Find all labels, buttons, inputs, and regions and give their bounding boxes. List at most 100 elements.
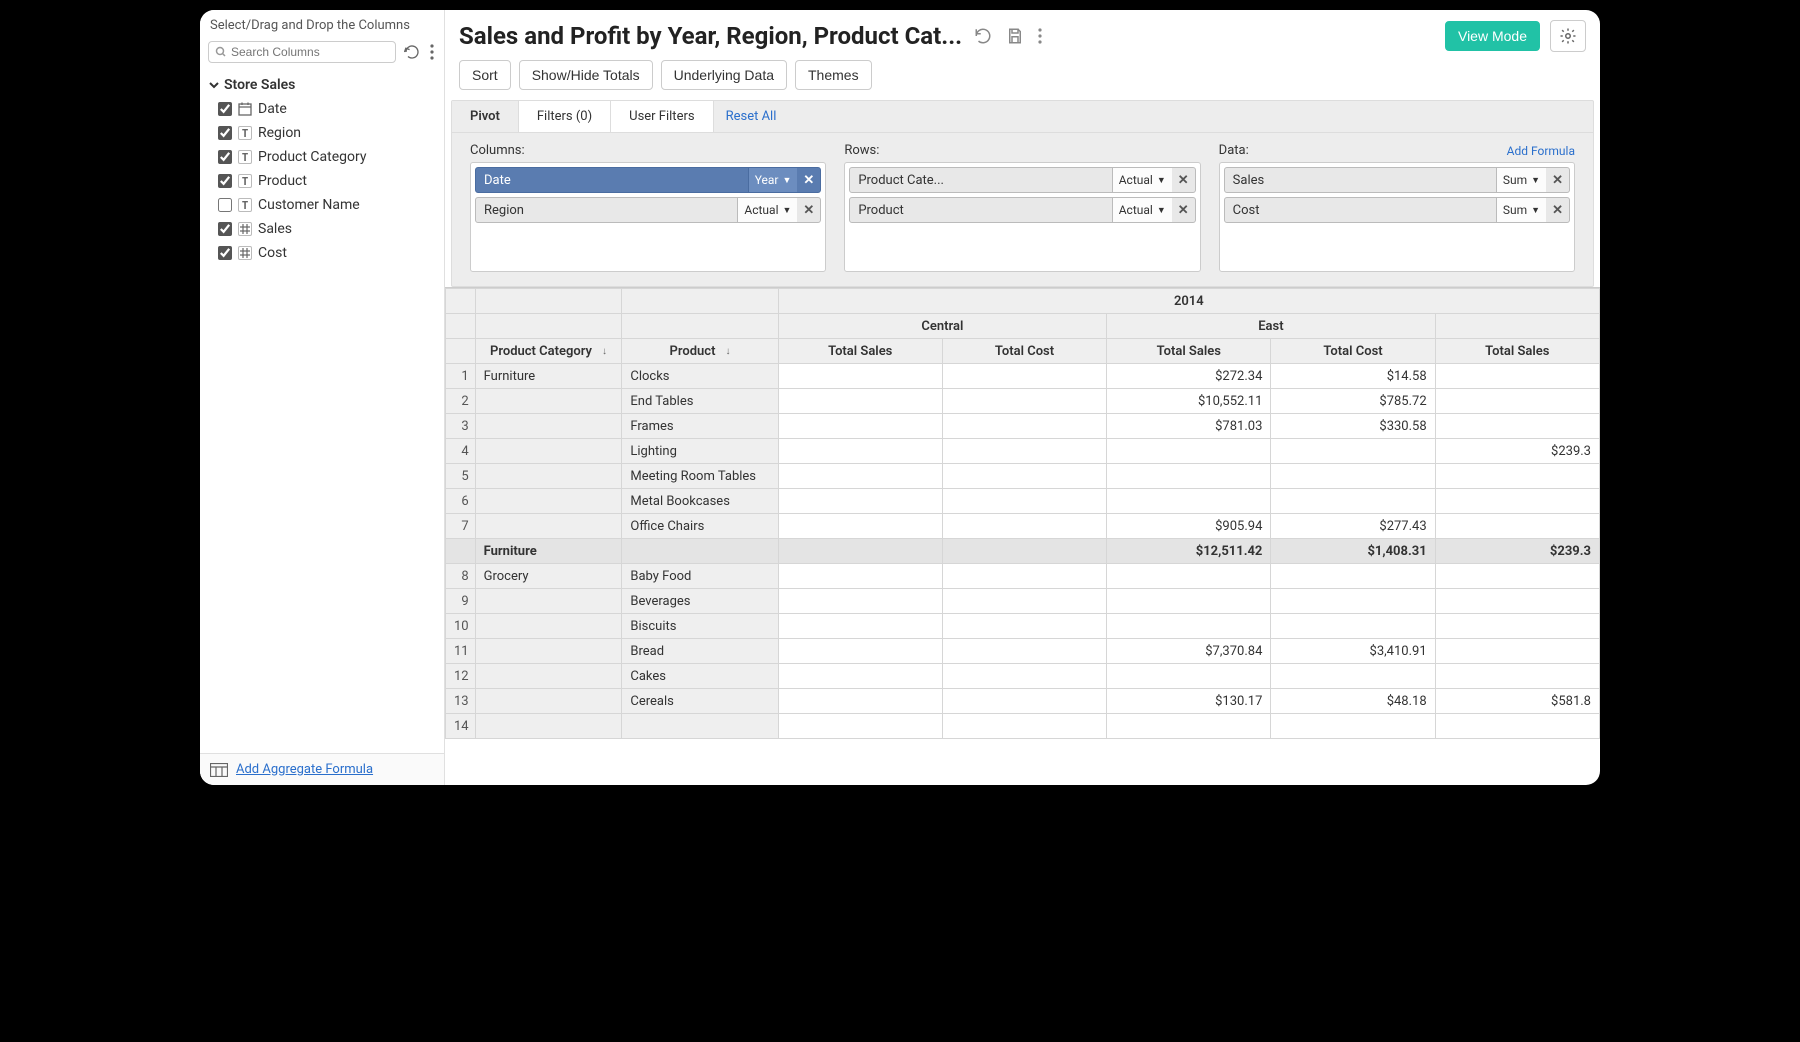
- shelf-pill[interactable]: Region Actual ▼ ✕: [475, 197, 821, 223]
- data-cell[interactable]: [1107, 489, 1271, 514]
- data-shelf-box[interactable]: Sales Sum ▼ ✕ Cost Sum ▼ ✕: [1219, 162, 1575, 272]
- category-cell[interactable]: [475, 389, 622, 414]
- category-cell[interactable]: [475, 514, 622, 539]
- shelf-pill[interactable]: Product Cate... Actual ▼ ✕: [849, 167, 1195, 193]
- show-hide-totals-button[interactable]: Show/Hide Totals: [519, 60, 653, 90]
- column-item[interactable]: T Region: [208, 121, 436, 145]
- product-cell[interactable]: Frames: [622, 414, 778, 439]
- data-cell[interactable]: [778, 464, 942, 489]
- settings-button[interactable]: [1550, 20, 1586, 52]
- data-cell[interactable]: [1271, 464, 1435, 489]
- region-header[interactable]: Central: [778, 314, 1107, 339]
- dataset-node[interactable]: Store Sales: [208, 73, 436, 97]
- pill-remove-button[interactable]: ✕: [1172, 173, 1195, 188]
- data-cell[interactable]: [778, 414, 942, 439]
- shelf-pill[interactable]: Product Actual ▼ ✕: [849, 197, 1195, 223]
- data-cell[interactable]: [1107, 439, 1271, 464]
- data-cell[interactable]: [942, 364, 1106, 389]
- field-header[interactable]: Product Category↓: [475, 339, 622, 364]
- column-checkbox[interactable]: [218, 222, 232, 236]
- tab-pivot[interactable]: Pivot: [452, 101, 519, 132]
- pill-aggregation-select[interactable]: Actual ▼: [737, 198, 797, 222]
- data-cell[interactable]: [1435, 564, 1599, 589]
- pill-remove-button[interactable]: ✕: [1546, 203, 1569, 218]
- product-cell[interactable]: Metal Bookcases: [622, 489, 778, 514]
- data-cell[interactable]: [942, 389, 1106, 414]
- data-cell[interactable]: $3,410.91: [1271, 639, 1435, 664]
- data-cell[interactable]: $781.03: [1107, 414, 1271, 439]
- data-cell[interactable]: [1435, 389, 1599, 414]
- product-cell[interactable]: Lighting: [622, 439, 778, 464]
- themes-button[interactable]: Themes: [795, 60, 872, 90]
- view-mode-button[interactable]: View Mode: [1445, 21, 1540, 51]
- measure-header[interactable]: Total Cost: [942, 339, 1106, 364]
- data-cell[interactable]: [778, 714, 942, 739]
- tab-filters[interactable]: Filters (0): [519, 101, 611, 132]
- data-cell[interactable]: [1435, 639, 1599, 664]
- data-cell[interactable]: [942, 689, 1106, 714]
- column-item[interactable]: T Product: [208, 169, 436, 193]
- data-cell[interactable]: [942, 714, 1106, 739]
- pill-remove-button[interactable]: ✕: [1172, 203, 1195, 218]
- pill-aggregation-select[interactable]: Sum ▼: [1496, 198, 1546, 222]
- column-item[interactable]: Cost: [208, 241, 436, 265]
- category-cell[interactable]: [475, 689, 622, 714]
- search-input[interactable]: [231, 45, 389, 59]
- category-cell[interactable]: [475, 714, 622, 739]
- data-cell[interactable]: [778, 639, 942, 664]
- data-cell[interactable]: [778, 689, 942, 714]
- data-cell[interactable]: [1435, 414, 1599, 439]
- category-cell[interactable]: [475, 614, 622, 639]
- category-cell[interactable]: [475, 489, 622, 514]
- column-item[interactable]: T Customer Name: [208, 193, 436, 217]
- data-cell[interactable]: $785.72: [1271, 389, 1435, 414]
- data-cell[interactable]: [778, 389, 942, 414]
- measure-header[interactable]: Total Sales: [1435, 339, 1599, 364]
- product-cell[interactable]: End Tables: [622, 389, 778, 414]
- data-cell[interactable]: [778, 489, 942, 514]
- data-cell[interactable]: [942, 414, 1106, 439]
- data-cell[interactable]: [1107, 714, 1271, 739]
- category-cell[interactable]: [475, 664, 622, 689]
- data-cell[interactable]: $130.17: [1107, 689, 1271, 714]
- column-checkbox[interactable]: [218, 198, 232, 212]
- columns-shelf-box[interactable]: Date Year ▼ ✕ Region Actual ▼ ✕: [470, 162, 826, 272]
- data-cell[interactable]: [1107, 589, 1271, 614]
- data-cell[interactable]: $7,370.84: [1107, 639, 1271, 664]
- region-header[interactable]: [1435, 314, 1599, 339]
- data-cell[interactable]: [942, 614, 1106, 639]
- data-cell[interactable]: $239.3: [1435, 439, 1599, 464]
- column-checkbox[interactable]: [218, 102, 232, 116]
- data-cell[interactable]: $905.94: [1107, 514, 1271, 539]
- product-cell[interactable]: Cakes: [622, 664, 778, 689]
- data-cell[interactable]: [942, 589, 1106, 614]
- data-cell[interactable]: [942, 639, 1106, 664]
- product-cell[interactable]: Beverages: [622, 589, 778, 614]
- data-cell[interactable]: [942, 664, 1106, 689]
- data-cell[interactable]: $581.8: [1435, 689, 1599, 714]
- data-cell[interactable]: [778, 439, 942, 464]
- data-cell[interactable]: [1271, 589, 1435, 614]
- measure-header[interactable]: Total Sales: [1107, 339, 1271, 364]
- data-cell[interactable]: $272.34: [1107, 364, 1271, 389]
- data-cell[interactable]: [1435, 589, 1599, 614]
- measure-header[interactable]: Total Sales: [778, 339, 942, 364]
- sidebar-more-button[interactable]: [428, 42, 436, 62]
- data-cell[interactable]: [1271, 439, 1435, 464]
- category-cell[interactable]: Grocery: [475, 564, 622, 589]
- column-checkbox[interactable]: [218, 150, 232, 164]
- data-cell[interactable]: [1107, 664, 1271, 689]
- year-header[interactable]: 2014: [778, 289, 1599, 314]
- product-cell[interactable]: Bread: [622, 639, 778, 664]
- data-cell[interactable]: [778, 514, 942, 539]
- category-cell[interactable]: [475, 589, 622, 614]
- column-checkbox[interactable]: [218, 126, 232, 140]
- data-cell[interactable]: [1271, 714, 1435, 739]
- underlying-data-button[interactable]: Underlying Data: [661, 60, 787, 90]
- category-cell[interactable]: [475, 414, 622, 439]
- shelf-pill[interactable]: Cost Sum ▼ ✕: [1224, 197, 1570, 223]
- sort-arrow-icon[interactable]: ↓: [721, 346, 730, 357]
- category-cell[interactable]: [475, 464, 622, 489]
- data-cell[interactable]: $48.18: [1271, 689, 1435, 714]
- field-header[interactable]: Product↓: [622, 339, 778, 364]
